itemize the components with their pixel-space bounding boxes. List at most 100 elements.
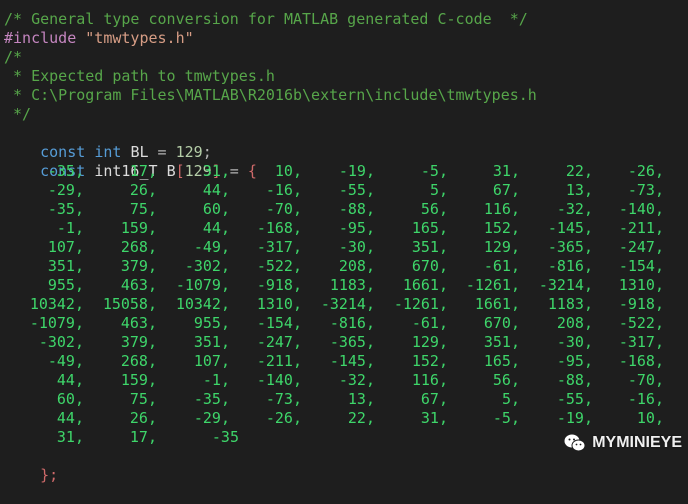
coefficient-value: 107, — [193, 352, 230, 370]
coefficient-value: -61, — [483, 257, 520, 275]
coefficient-row: 44, 159, -1, -140, -32, 116, 56, -88, -70, — [0, 371, 688, 390]
coefficient-value: -1079, — [175, 276, 230, 294]
coefficient-row: -35, 17, 31, 10, -19, -5, 31, 22, -26, — [0, 162, 688, 181]
coefficient-row: -29, 26, 44, -16, -55, 5, 67, 13, -73, — [0, 181, 688, 200]
coefficient-row: -1079, 463, 955, -154, -816, -61, 670, 208, -522… — [0, 314, 688, 333]
comment-line: * Expected path to tmwtypes.h — [0, 67, 688, 86]
coefficient-value: 60, — [56, 390, 84, 408]
coefficient-value: 116, — [411, 371, 448, 389]
coefficient-value: 1661, — [402, 276, 448, 294]
coefficient-row: 10342, 15058, 10342, 1310, -3214, -1261, 1661,… — [0, 295, 688, 314]
coefficient-value: 107, — [47, 238, 84, 256]
coefficient-value: 13, — [565, 181, 593, 199]
coefficient-value: -247, — [256, 333, 302, 351]
coefficient-value: -1261, — [393, 295, 448, 313]
coefficient-value: 1310, — [618, 276, 664, 294]
coefficient-table: -35, 17, 31, 10, -19, -5, 31, 22, -26, -29, 26, 44,… — [0, 162, 688, 447]
coefficient-value: -3214, — [320, 295, 375, 313]
coefficient-value: 165, — [411, 219, 448, 237]
coefficient-value: -16, — [265, 181, 302, 199]
bl-declaration: const int BL = 129; — [0, 124, 688, 161]
coefficient-value: 67, — [420, 390, 448, 408]
coefficient-value: 60, — [202, 200, 230, 218]
coefficient-value: -816, — [329, 314, 375, 332]
coefficient-value: 10342, — [29, 295, 84, 313]
coefficient-value: -70, — [627, 371, 664, 389]
coefficient-value: -317, — [256, 238, 302, 256]
coefficient-value: 463, — [120, 314, 157, 332]
coefficient-value: -30, — [556, 333, 593, 351]
coefficient-value: 379, — [120, 257, 157, 275]
coefficient-value: 208, — [556, 314, 593, 332]
include-directive: #include — [4, 29, 77, 47]
coefficient-value: -29, — [193, 409, 230, 427]
coefficient-value: -1, — [56, 219, 84, 237]
coefficient-value: 26, — [129, 409, 157, 427]
coefficient-value: -61, — [411, 314, 448, 332]
coefficient-value: -816, — [547, 257, 593, 275]
coefficient-value: -522, — [618, 314, 664, 332]
header-comment-block: /* General type conversion for MATLAB ge… — [0, 10, 688, 124]
coefficient-value: 44, — [56, 371, 84, 389]
coefficient-value: 13, — [347, 390, 375, 408]
coefficient-value: -73, — [627, 181, 664, 199]
coefficient-value: 955, — [47, 276, 84, 294]
coefficient-value: -302, — [38, 333, 84, 351]
comment-line: */ — [0, 105, 688, 124]
coefficient-row: -302, 379, 351, -247, -365, 129, 351, -30, -317, — [0, 333, 688, 352]
comment-text: * Expected path to tmwtypes.h — [4, 67, 275, 85]
coefficient-value: 1183, — [547, 295, 593, 313]
coefficient-value: 1310, — [256, 295, 302, 313]
include-file: "tmwtypes.h" — [85, 29, 194, 47]
coefficient-value: 670, — [483, 314, 520, 332]
coefficient-value: 159, — [120, 371, 157, 389]
coefficient-value: -26, — [627, 162, 664, 180]
coefficient-value: -55, — [338, 181, 375, 199]
coefficient-value: -32, — [338, 371, 375, 389]
b-declaration: const int16_T B[129] = { — [0, 143, 688, 180]
coefficient-value: 129, — [411, 333, 448, 351]
coefficient-value: 15058, — [102, 295, 157, 313]
coefficient-value: 152, — [483, 219, 520, 237]
coefficient-value: -168, — [256, 219, 302, 237]
comment-text: /* General type conversion for MATLAB ge… — [4, 10, 528, 28]
coefficient-value: 75, — [129, 200, 157, 218]
coefficient-value: 10, — [636, 409, 664, 427]
coefficient-value: 22, — [347, 409, 375, 427]
coefficient-value: 44, — [202, 219, 230, 237]
coefficient-value: -88, — [556, 371, 593, 389]
coefficient-row: 107, 268, -49, -317, -30, 351, 129, -365, -247, — [0, 238, 688, 257]
coefficient-value: 31, — [492, 162, 520, 180]
coefficient-value: -5, — [420, 162, 448, 180]
coefficient-value: 268, — [120, 352, 157, 370]
coefficient-value: -95, — [556, 352, 593, 370]
coefficient-value: 268, — [120, 238, 157, 256]
coefficient-value: -1, — [202, 371, 230, 389]
coefficient-value: -35, — [193, 390, 230, 408]
coefficient-row: 60, 75, -35, -73, 13, 67, 5, -55, -16, — [0, 390, 688, 409]
coefficient-value: -365, — [547, 238, 593, 256]
coefficient-value: -88, — [338, 200, 375, 218]
comment-text: * C:\Program Files\MATLAB\R2016b\extern\… — [4, 86, 537, 104]
coefficient-value: -918, — [256, 276, 302, 294]
coefficient-value: 75, — [129, 390, 157, 408]
coefficient-value: -55, — [556, 390, 593, 408]
coefficient-row: 955, 463, -1079, -918, 1183, 1661, -1261, -3214… — [0, 276, 688, 295]
coefficient-value: -140, — [256, 371, 302, 389]
coefficient-value: -35 — [211, 428, 239, 446]
coefficient-value: -145, — [547, 219, 593, 237]
watermark-text: MYMINIEYE — [592, 434, 682, 451]
coefficient-row: 44, 26, -29, -26, 22, 31, -5, -19, 10, — [0, 409, 688, 428]
coefficient-value: 31, — [202, 162, 230, 180]
coefficient-value: 44, — [56, 409, 84, 427]
code-editor[interactable]: /* General type conversion for MATLAB ge… — [0, 0, 688, 484]
coefficient-value: 955, — [193, 314, 230, 332]
watermark: MYMINIEYE — [564, 433, 682, 453]
coefficient-value: -70, — [265, 200, 302, 218]
coefficient-value: 31, — [420, 409, 448, 427]
coefficient-value: 351, — [483, 333, 520, 351]
coefficient-value: 5, — [501, 390, 520, 408]
coefficient-value: -30, — [338, 238, 375, 256]
coefficient-value: -522, — [256, 257, 302, 275]
coefficient-value: 351, — [193, 333, 230, 351]
